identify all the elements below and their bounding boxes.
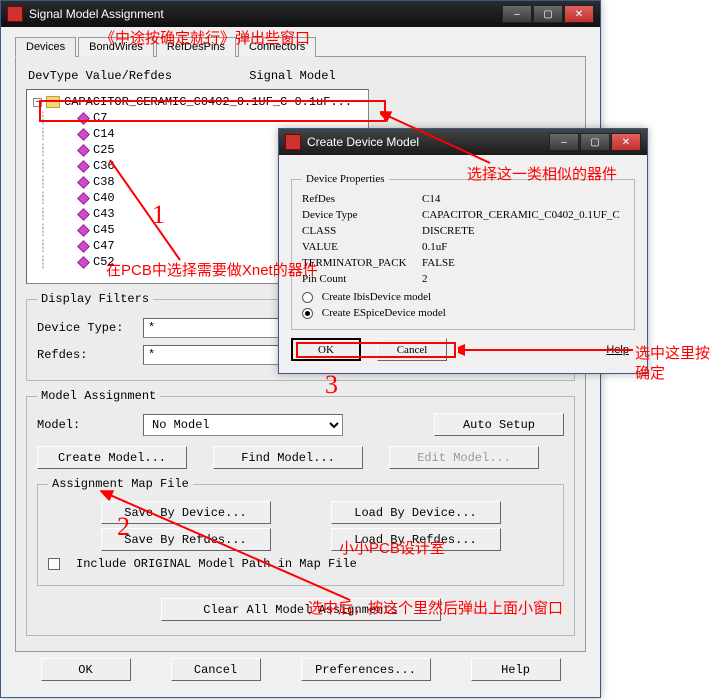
node-icon xyxy=(77,224,90,237)
auto-setup-button[interactable]: Auto Setup xyxy=(434,413,564,436)
tree-item-label: C36 xyxy=(93,159,115,173)
edit-model-button[interactable]: Edit Model... xyxy=(389,446,539,469)
node-icon xyxy=(77,208,90,221)
tree-item-label: C38 xyxy=(93,175,115,189)
tree-item[interactable]: ┊C7 xyxy=(33,110,362,126)
create-device-model-dialog: Create Device Model – ▢ ✕ Device Propert… xyxy=(278,128,648,374)
prop-devtype-val: CAPACITOR_CERAMIC_C0402_0.1UF_C xyxy=(422,209,620,221)
maximize-button[interactable]: ▢ xyxy=(533,5,563,23)
radio-ibis-label: Create IbisDevice model xyxy=(322,291,431,303)
prop-value-key: VALUE xyxy=(302,241,422,253)
prop-pins-key: Pin Count xyxy=(302,273,422,285)
folder-icon xyxy=(46,96,60,108)
node-icon xyxy=(77,128,90,141)
modal-help-button[interactable]: Help xyxy=(600,343,635,357)
modal-title: Create Device Model xyxy=(307,135,548,149)
tab-strip: Devices BondWires RefDesPins Connectors xyxy=(15,37,586,57)
prop-devtype-key: Device Type xyxy=(302,209,422,221)
radio-espice[interactable] xyxy=(302,308,313,319)
tab-bondwires[interactable]: BondWires xyxy=(78,37,154,57)
collapse-icon[interactable]: - xyxy=(33,98,42,107)
model-assignment-legend: Model Assignment xyxy=(37,389,160,403)
modal-app-icon xyxy=(285,134,301,150)
header-devtype: DevType Value/Refdes xyxy=(28,69,172,83)
prop-class-key: CLASS xyxy=(302,225,422,237)
prop-refdes-key: RefDes xyxy=(302,193,422,205)
radio-espice-label: Create ESpiceDevice model xyxy=(322,307,446,319)
device-type-label: Device Type: xyxy=(37,321,133,335)
modal-close-button[interactable]: ✕ xyxy=(611,133,641,151)
save-by-device-button[interactable]: Save By Device... xyxy=(101,501,271,524)
model-label: Model: xyxy=(37,418,133,432)
main-cancel-button[interactable]: Cancel xyxy=(171,658,261,681)
node-icon xyxy=(77,160,90,173)
tree-root-label: CAPACITOR_CERAMIC_C0402_0.1UF_C 0.1uF... xyxy=(64,95,352,109)
minimize-button[interactable]: – xyxy=(502,5,532,23)
node-icon xyxy=(77,256,90,269)
map-file-group: Assignment Map File Save By Device... Lo… xyxy=(37,477,564,586)
node-icon xyxy=(77,176,90,189)
node-icon xyxy=(77,240,90,253)
modal-ok-button[interactable]: OK xyxy=(291,338,361,361)
include-original-label: Include ORIGINAL Model Path in Map File xyxy=(76,557,357,571)
tab-connectors[interactable]: Connectors xyxy=(238,37,316,57)
tree-item-label: C45 xyxy=(93,223,115,237)
modal-cancel-button[interactable]: Cancel xyxy=(377,338,447,361)
create-model-button[interactable]: Create Model... xyxy=(37,446,187,469)
device-properties-group: Device Properties RefDesC14 Device TypeC… xyxy=(291,173,635,330)
prop-pins-val: 2 xyxy=(422,273,428,285)
prop-class-val: DISCRETE xyxy=(422,225,475,237)
tree-root-row[interactable]: - CAPACITOR_CERAMIC_C0402_0.1UF_C 0.1uF.… xyxy=(33,94,362,110)
node-icon xyxy=(77,192,90,205)
tree-item-label: C14 xyxy=(93,127,115,141)
load-by-refdes-button[interactable]: Load By Refdes... xyxy=(331,528,501,551)
tree-item-label: C47 xyxy=(93,239,115,253)
tree-item-label: C7 xyxy=(93,111,107,125)
radio-ibis[interactable] xyxy=(302,292,313,303)
main-ok-button[interactable]: OK xyxy=(41,658,131,681)
map-file-legend: Assignment Map File xyxy=(48,477,193,491)
close-button[interactable]: ✕ xyxy=(564,5,594,23)
prop-term-val: FALSE xyxy=(422,257,455,269)
clear-all-button[interactable]: Clear All Model Assignments xyxy=(161,598,441,621)
tab-refdespins[interactable]: RefDesPins xyxy=(156,37,236,57)
modal-titlebar: Create Device Model – ▢ ✕ xyxy=(279,129,647,155)
tab-devices[interactable]: Devices xyxy=(15,37,76,57)
node-icon xyxy=(77,144,90,157)
device-properties-legend: Device Properties xyxy=(302,173,389,185)
modal-maximize-button[interactable]: ▢ xyxy=(580,133,610,151)
preferences-button[interactable]: Preferences... xyxy=(301,658,431,681)
main-titlebar: Signal Model Assignment – ▢ ✕ xyxy=(1,1,600,27)
tree-headers: DevType Value/Refdes Signal Model xyxy=(28,69,575,83)
header-model: Signal Model xyxy=(249,69,335,83)
find-model-button[interactable]: Find Model... xyxy=(213,446,363,469)
include-original-checkbox[interactable] xyxy=(48,558,60,570)
prop-term-key: TERMINATOR_PACK xyxy=(302,257,422,269)
tree-item-label: C43 xyxy=(93,207,115,221)
tree-item-label: C40 xyxy=(93,191,115,205)
display-filters-legend: Display Filters xyxy=(37,292,153,306)
load-by-device-button[interactable]: Load By Device... xyxy=(331,501,501,524)
node-icon xyxy=(77,112,90,125)
save-by-refdes-button[interactable]: Save By Refdes... xyxy=(101,528,271,551)
main-help-button[interactable]: Help xyxy=(471,658,561,681)
tree-item-label: C52 xyxy=(93,255,115,269)
prop-refdes-val: C14 xyxy=(422,193,440,205)
prop-value-val: 0.1uF xyxy=(422,241,447,253)
model-select[interactable]: No Model xyxy=(143,414,343,436)
tree-item-label: C25 xyxy=(93,143,115,157)
main-title: Signal Model Assignment xyxy=(29,7,501,21)
app-icon xyxy=(7,6,23,22)
refdes-label: Refdes: xyxy=(37,348,133,362)
modal-minimize-button[interactable]: – xyxy=(549,133,579,151)
model-assignment-group: Model Assignment Model: No Model Auto Se… xyxy=(26,389,575,636)
